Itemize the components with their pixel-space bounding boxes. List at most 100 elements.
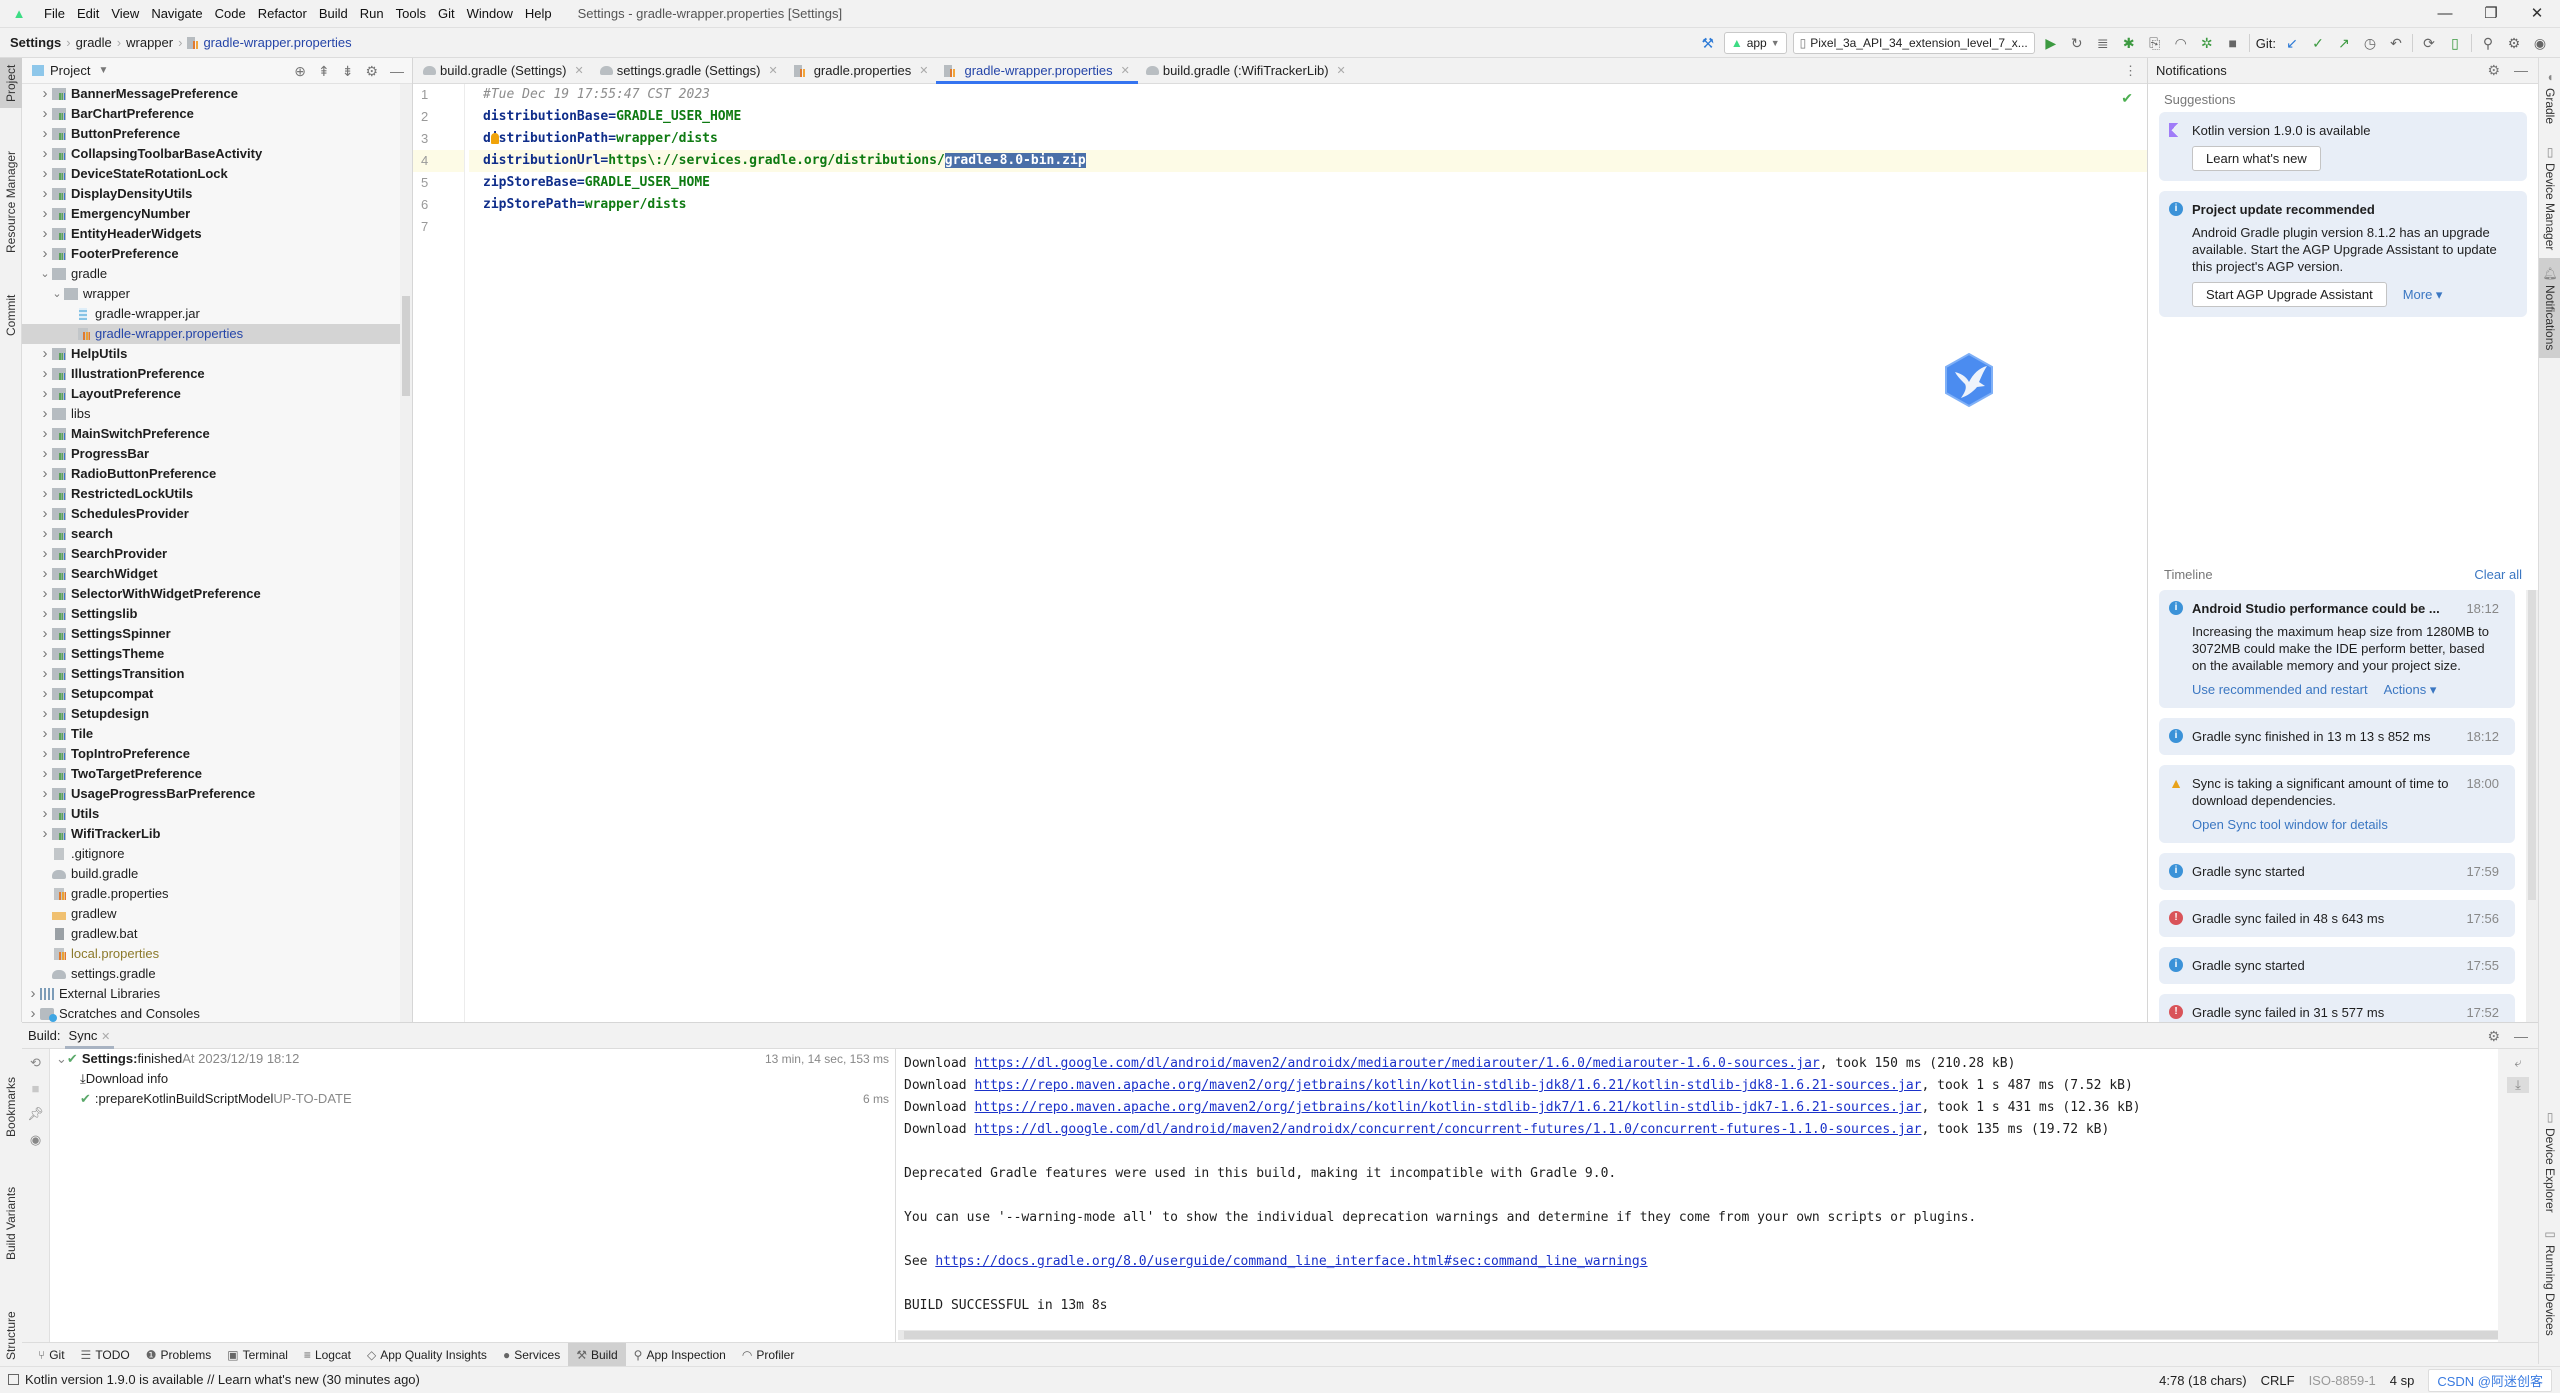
indent-setting[interactable]: 4 sp [2390,1373,2415,1388]
code-line[interactable]: zipStoreBase=GRADLE_USER_HOME [469,172,2147,194]
no-problems-check-icon[interactable]: ✔ [2121,90,2133,107]
tree-item[interactable]: › MainSwitchPreference [22,424,400,444]
code-editor[interactable]: #Tue Dec 19 17:55:47 CST 2023 distributio… [469,84,2147,1022]
git-history-icon[interactable]: ◷ [2360,35,2380,52]
tree-item[interactable]: ⌄ gradle [22,264,400,284]
more-actions-link[interactable]: More ▾ [2403,286,2443,303]
clear-all-link[interactable]: Clear all [2474,567,2522,582]
restore-button[interactable]: ❐ [2468,0,2514,28]
status-message[interactable]: Kotlin version 1.9.0 is available // Lea… [25,1372,420,1387]
search-icon[interactable]: ⚲ [2478,35,2498,52]
console-link[interactable]: https://docs.gradle.org/8.0/userguide/co… [935,1254,1647,1269]
chevron-icon[interactable]: › [38,384,52,404]
close-tab-icon[interactable]: ✕ [768,64,777,77]
menu-run[interactable]: Run [354,6,390,21]
tool-tab-running-devices[interactable]: ▭ Running Devices [2539,1226,2560,1336]
tree-item[interactable]: › TwoTargetPreference [22,764,400,784]
chevron-icon[interactable]: › [38,224,52,244]
chevron-icon[interactable]: › [38,244,52,264]
tool-window-git[interactable]: ⑂ Git [30,1343,73,1367]
intention-bulb-icon[interactable] [491,133,499,144]
chevron-icon[interactable]: › [38,124,52,144]
chevron-icon[interactable]: › [38,524,52,544]
scroll-to-end-icon[interactable]: ⤓ [2507,1077,2529,1093]
close-tab-icon[interactable]: ✕ [919,64,928,77]
chevron-icon[interactable]: › [38,824,52,844]
tree-item[interactable]: › RadioButtonPreference [22,464,400,484]
hide-build-panel-icon[interactable]: — [2514,1028,2528,1045]
chevron-icon[interactable]: › [38,664,52,684]
chevron-icon[interactable]: › [38,184,52,204]
tool-tab-build-variants[interactable]: Build Variants [0,1168,22,1278]
console-link[interactable]: https://dl.google.com/dl/android/maven2/… [974,1122,1921,1137]
console-link[interactable]: https://repo.maven.apache.org/maven2/org… [974,1078,1921,1093]
code-line[interactable]: distributionPath=wrapper/dists [469,128,2147,150]
menu-file[interactable]: File [38,6,71,21]
breadcrumb-item[interactable]: wrapper [126,35,173,50]
menu-refactor[interactable]: Refactor [252,6,313,21]
tree-item[interactable]: › External Libraries [22,984,400,1004]
tool-window-build[interactable]: ⚒ Build [568,1342,626,1367]
tree-item[interactable]: gradlew.bat [22,924,400,944]
chevron-icon[interactable]: › [38,804,52,824]
chevron-icon[interactable]: › [38,164,52,184]
device-manager-icon[interactable]: ▯ [2445,35,2465,52]
chevron-icon[interactable]: › [38,424,52,444]
code-line[interactable]: distributionBase=GRADLE_USER_HOME [469,106,2147,128]
git-rollback-icon[interactable]: ↶ [2386,35,2406,52]
apply-code-changes-icon[interactable]: ≣ [2093,35,2113,52]
tree-item[interactable]: › SchedulesProvider [22,504,400,524]
notification-card[interactable]: i Gradle sync started 17:59 [2159,853,2515,890]
tree-item[interactable]: › BarChartPreference [22,104,400,124]
account-icon[interactable]: ◉ [2530,35,2550,52]
breadcrumb-item[interactable]: gradle-wrapper.properties [203,35,351,50]
git-update-icon[interactable]: ↙ [2282,35,2302,52]
tool-tab-notifications[interactable]: 🔔︎ Notifications [2539,258,2560,358]
chevron-icon[interactable]: › [38,764,52,784]
notification-card[interactable]: ▲ Sync is taking a significant amount of … [2159,765,2515,843]
debug-icon[interactable]: ✱ [2119,35,2139,52]
code-line[interactable]: #Tue Dec 19 17:55:47 CST 2023 [469,84,2147,106]
attach-debugger-icon[interactable]: ⎘ [2145,35,2165,52]
chevron-down-icon[interactable]: ⌄ [56,1049,67,1069]
apply-changes-icon[interactable]: ↻ [2067,35,2087,52]
tree-item[interactable]: › FooterPreference [22,244,400,264]
build-settings-gear-icon[interactable]: ⚙ [2487,1028,2500,1045]
menu-view[interactable]: View [105,6,145,21]
tree-item[interactable]: local.properties [22,944,400,964]
tool-window-problems[interactable]: ❶ Problems [138,1343,219,1367]
timeline-scrollbar[interactable] [2526,590,2538,1022]
chevron-icon[interactable]: › [38,504,52,524]
code-line[interactable]: zipStorePath=wrapper/dists [469,194,2147,216]
hide-panel-icon[interactable]: — [390,63,404,79]
menu-tools[interactable]: Tools [390,6,432,21]
soft-wrap-icon[interactable]: ⤶ [2514,1055,2521,1071]
tool-tab-structure[interactable]: Structure [0,1296,22,1376]
notification-card[interactable]: i Gradle sync finished in 13 m 13 s 852 m… [2159,718,2515,755]
tree-item[interactable]: › UsageProgressBarPreference [22,784,400,804]
tree-item[interactable]: gradlew [22,904,400,924]
run-icon[interactable]: ▶ [2041,35,2061,52]
editor-tab[interactable]: settings.gradle (Settings) ✕ [592,58,786,83]
console-link[interactable]: https://dl.google.com/dl/android/maven2/… [974,1056,1819,1071]
chevron-icon[interactable]: › [38,684,52,704]
hide-notifications-icon[interactable]: — [2514,62,2528,79]
chevron-icon[interactable]: › [38,404,52,424]
chevron-icon[interactable]: › [38,84,52,104]
notification-card[interactable]: i Gradle sync started 17:55 [2159,947,2515,984]
tree-item[interactable]: .gitignore [22,844,400,864]
chevron-icon[interactable]: › [38,464,52,484]
notification-link[interactable]: Use recommended and restart [2192,681,2368,698]
tree-item[interactable]: › IllustrationPreference [22,364,400,384]
notification-card[interactable]: ! Gradle sync failed in 31 s 577 ms 17:52 [2159,994,2515,1022]
pin-icon[interactable]: 📌︎ [27,1106,44,1122]
tool-tab-device-explorer[interactable]: ▯ Device Explorer [2539,1106,2560,1216]
tool-window-terminal[interactable]: ▣ Terminal [219,1343,296,1367]
close-tab-icon[interactable]: ✕ [101,1031,110,1043]
settings-gear-icon[interactable]: ⚙ [2504,35,2524,52]
chevron-icon[interactable]: › [38,624,52,644]
chevron-icon[interactable]: › [38,724,52,744]
tree-item[interactable]: › SelectorWithWidgetPreference [22,584,400,604]
console-horizontal-scrollbar[interactable] [898,1330,2498,1340]
tree-item[interactable]: gradle-wrapper.properties [22,324,400,344]
